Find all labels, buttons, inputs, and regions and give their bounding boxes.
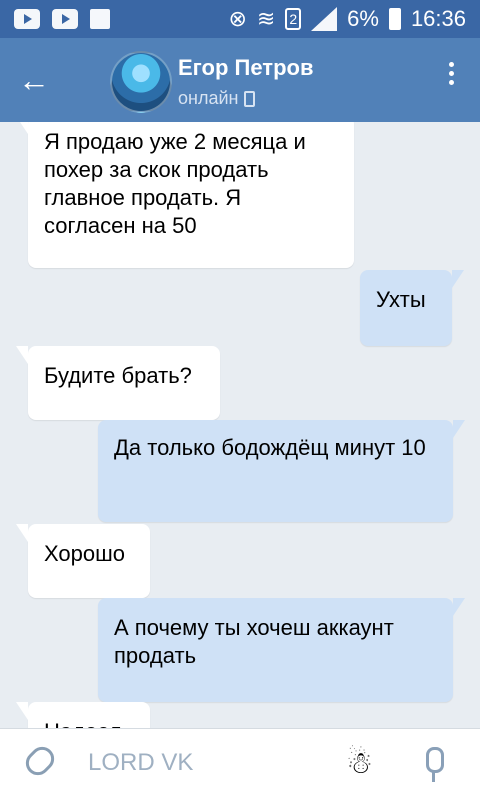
sticker-icon[interactable]: ☃: [346, 749, 373, 779]
message-text: Будите брать?: [44, 363, 192, 388]
online-status: онлайн: [178, 88, 256, 109]
image-icon: [90, 9, 110, 29]
youtube-icon-2: [52, 9, 78, 29]
message-text: А почему ты хочеш аккаунт продать: [114, 615, 394, 668]
clock-time: 16:36: [410, 6, 466, 31]
chat-header: ← Егор Петров онлайн: [0, 38, 480, 122]
phone-icon: [244, 91, 256, 108]
status-bar: ⊗ ≋ 2 6% 16:36: [0, 0, 480, 38]
wifi-icon: ≋: [256, 6, 276, 31]
microphone-icon[interactable]: [426, 747, 444, 782]
message-composer: LORD VK ☃: [0, 728, 480, 801]
message-input[interactable]: LORD VK: [88, 749, 193, 777]
message-text: Я продаю уже 2 месяца и похер за скок пр…: [44, 129, 306, 238]
battery-percent: 6%: [347, 6, 379, 31]
contact-name[interactable]: Егор Петров: [178, 55, 313, 81]
message-feed: Я продаю уже 2 месяца и похер за скок пр…: [0, 122, 480, 728]
sim-number: 2: [285, 8, 302, 30]
message-text: Ухты: [376, 287, 426, 312]
message-bubble[interactable]: Будите брать?: [16, 346, 220, 420]
message-text: Хорошо: [44, 541, 126, 566]
message-bubble[interactable]: Хорошо: [16, 524, 150, 598]
paperclip-icon[interactable]: [20, 741, 60, 781]
more-menu-button[interactable]: [449, 62, 454, 85]
message-text: Надеел: [44, 719, 122, 728]
online-label: онлайн: [178, 88, 239, 108]
message-bubble[interactable]: А почему ты хочеш аккаунт продать: [98, 598, 465, 702]
signal-icon: [311, 7, 338, 31]
avatar[interactable]: [110, 51, 172, 113]
message-bubble[interactable]: Надеел: [16, 702, 150, 728]
message-text: Да только бодождёщ минут 10: [114, 435, 426, 460]
message-bubble[interactable]: Да только бодождёщ минут 10: [98, 420, 465, 522]
back-icon[interactable]: ←: [18, 64, 50, 96]
message-bubble[interactable]: Я продаю уже 2 месяца и похер за скок пр…: [16, 122, 354, 268]
message-bubble[interactable]: Ухты: [360, 270, 464, 346]
youtube-icon: [14, 9, 40, 29]
mute-icon: ⊗: [228, 6, 247, 31]
notification-icons: [14, 9, 110, 29]
status-right: ⊗ ≋ 2 6% 16:36: [228, 6, 466, 32]
battery-icon: [388, 8, 401, 30]
